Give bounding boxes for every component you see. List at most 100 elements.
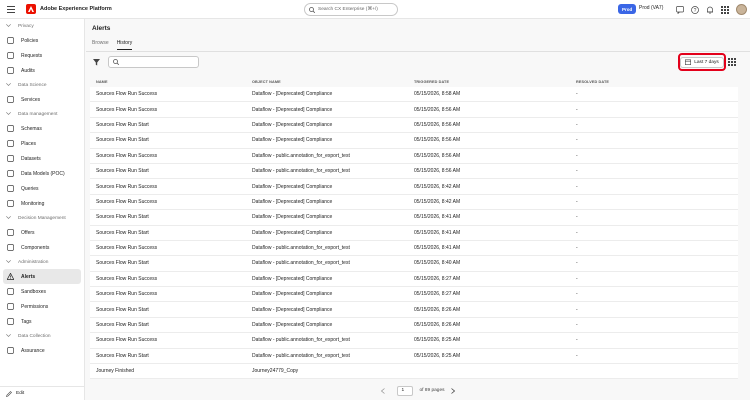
edit-sidebar-button[interactable]: Edit [0,386,84,400]
sidebar-section-privacy[interactable]: Privacy [0,19,84,33]
help-icon[interactable]: ? [689,4,700,15]
table-row[interactable]: Sources Flow Run Success Dataflow - [Depr… [90,287,738,303]
sidebar-item-components[interactable]: Components [0,240,84,255]
main-content: Alerts Browse History Last 7 days NAME O… [86,19,750,400]
table-row[interactable]: Sources Flow Run Start Dataflow - public.… [90,163,738,180]
sidebar-item-assurance[interactable]: Assurance [0,343,84,358]
cell-name[interactable]: Sources Flow Run Success [90,184,252,190]
sandbox-name[interactable]: Prod (VA7) [639,5,663,11]
column-header-name[interactable]: NAME [90,80,252,84]
sidebar-section-administration[interactable]: Administration [0,255,84,269]
cell-name[interactable]: Sources Flow Run Start [90,322,252,328]
table-row[interactable]: Sources Flow Run Start Dataflow - [Deprec… [90,210,738,226]
table-row[interactable]: Sources Flow Run Success Dataflow - [Depr… [90,102,738,118]
sidebar-item-services[interactable]: Services [0,92,84,107]
sandbox-badge[interactable]: Prod [618,4,637,14]
cell-name[interactable]: Sources Flow Run Start [90,307,252,313]
global-search-input[interactable]: Search CX Enterprise (⌘+/) [304,3,398,16]
tab-browse[interactable]: Browse [92,40,109,50]
app-switcher-icon[interactable] [719,4,730,15]
table-row[interactable]: Sources Flow Run Start Dataflow - [Deprec… [90,317,738,334]
tab-history[interactable]: History [116,40,133,50]
date-range-button[interactable]: Last 7 days [680,56,724,68]
sidebar-item-label: Sandboxes [21,288,47,295]
search-placeholder: Search CX Enterprise (⌘+/) [318,7,378,12]
sidebar-item-datasets[interactable]: Datasets [0,151,84,166]
page-number-input[interactable]: 1 [397,385,414,396]
sidebar-item-alerts[interactable]: Alerts [3,269,81,284]
table-row[interactable]: Sources Flow Run Success Dataflow - [Depr… [90,179,738,195]
sidebar-item-requests[interactable]: Requests [0,48,84,63]
app-title[interactable]: Adobe Experience Platform [40,6,112,12]
sidebar-item-policies[interactable]: Policies [0,33,84,48]
alerts-search-input[interactable] [108,56,199,68]
sidebar-item-schemas[interactable]: Schemas [0,121,84,136]
sidebar-section-data-collection[interactable]: Data Collection [0,329,84,343]
adobe-logo-icon [26,4,36,14]
cell-triggered-date: 05/15/2026, 8:25 AM [414,337,461,344]
menu-icon[interactable] [2,0,20,19]
sidebar-item-tags[interactable]: Tags [0,314,84,329]
cell-name[interactable]: Journey Finished [90,368,252,374]
column-header-triggered-date[interactable]: TRIGGERED DATE [414,80,576,84]
sidebar-item-audits[interactable]: Audits [0,63,84,78]
sidebar-item-offers[interactable]: Offers [0,225,84,240]
cell-name[interactable]: Sources Flow Run Success [90,107,252,113]
cell-name[interactable]: Sources Flow Run Start [90,230,252,236]
user-avatar[interactable] [736,4,747,15]
cell-name[interactable]: Sources Flow Run Success [90,276,252,282]
table-row[interactable]: Sources Flow Run Start Dataflow - [Deprec… [90,225,738,241]
cell-name[interactable]: Sources Flow Run Success [90,199,252,205]
sidebar-section-decision-management[interactable]: Decision Management [0,211,84,225]
cell-name[interactable]: Sources Flow Run Start [90,353,252,359]
sidebar-item-places[interactable]: Places [0,136,84,151]
cell-name[interactable]: Sources Flow Run Success [90,91,252,97]
previous-page-icon[interactable] [381,387,386,394]
feedback-icon[interactable] [674,4,685,15]
sidebar-item-permissions[interactable]: Permissions [0,299,84,314]
sidebar-item-data-models-poc[interactable]: Data Models (POC) [0,166,84,181]
cell-name[interactable]: Sources Flow Run Start [90,122,252,128]
sidebar-item-sandboxes[interactable]: Sandboxes [0,284,84,299]
sidebar-section-data-science[interactable]: Data Science [0,78,84,92]
cell-resolved-date: - [576,291,578,298]
cell-name[interactable]: Sources Flow Run Start [90,260,252,266]
table-row[interactable]: Sources Flow Run Success Dataflow - publi… [90,148,738,164]
cell-name[interactable]: Sources Flow Run Success [90,245,252,251]
cell-triggered-date: 05/15/2026, 8:26 AM [414,322,461,329]
table-row[interactable]: Sources Flow Run Start Dataflow - [Deprec… [90,302,738,318]
sidebar-section-data-management[interactable]: Data management [0,107,84,121]
table-row[interactable]: Sources Flow Run Start Dataflow - public.… [90,256,738,272]
column-settings-icon[interactable] [727,57,737,67]
table-row[interactable]: Journey Finished Journey24779_Copy [90,364,738,380]
filter-icon[interactable] [92,58,101,67]
table-row[interactable]: Sources Flow Run Success Dataflow - publi… [90,333,738,349]
table-row[interactable]: Sources Flow Run Start Dataflow - [Deprec… [90,117,738,134]
sidebar-item-monitoring[interactable]: Monitoring [0,196,84,211]
cell-name[interactable]: Sources Flow Run Start [90,168,252,174]
column-header-resolved-date[interactable]: RESOLVED DATE [576,80,738,84]
cell-object-name: Dataflow - public.annotation_for_export_… [252,168,350,175]
sidebar-item-queries[interactable]: Queries [0,181,84,196]
table-row[interactable]: Sources Flow Run Start Dataflow - public.… [90,348,738,365]
cell-resolved-date: - [576,168,578,175]
table-row[interactable]: Sources Flow Run Start Dataflow - [Deprec… [90,133,738,149]
table-row[interactable]: Sources Flow Run Success Dataflow - publi… [90,240,738,257]
cell-name[interactable]: Sources Flow Run Success [90,291,252,297]
cell-triggered-date: 05/15/2026, 8:56 AM [414,152,461,159]
queries-icon [6,185,14,193]
table-row[interactable]: Sources Flow Run Success Dataflow - [Depr… [90,194,738,211]
cell-triggered-date: 05/15/2026, 8:56 AM [414,137,461,144]
page-title: Alerts [92,25,111,32]
next-page-icon[interactable] [450,387,455,394]
notifications-bell-icon[interactable] [704,4,715,15]
column-header-object-name[interactable]: OBJECT NAME [252,80,414,84]
cell-name[interactable]: Sources Flow Run Success [90,153,252,159]
cell-name[interactable]: Sources Flow Run Start [90,137,252,143]
table-row[interactable]: Sources Flow Run Success Dataflow - [Depr… [90,87,738,103]
table-row[interactable]: Sources Flow Run Success Dataflow - [Depr… [90,271,738,288]
cell-name[interactable]: Sources Flow Run Success [90,337,252,343]
cell-name[interactable]: Sources Flow Run Start [90,214,252,220]
cell-resolved-date: - [576,183,578,190]
sidebar-section-label: Data Science [18,82,47,88]
